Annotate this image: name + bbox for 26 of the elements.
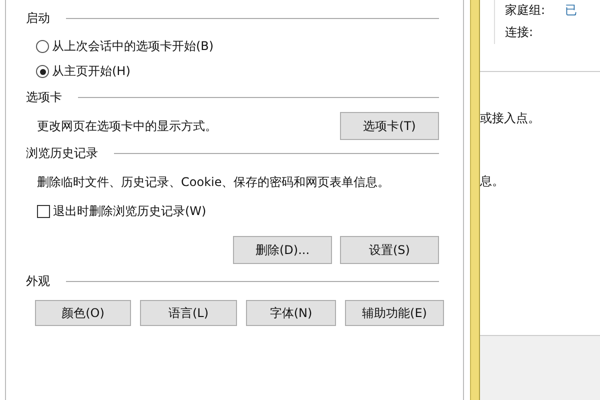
field-label: 连接: bbox=[505, 24, 534, 41]
window-text: 或接入点。 bbox=[480, 110, 541, 127]
appearance-button[interactable]: 颜色(O) bbox=[35, 300, 131, 326]
checkbox[interactable] bbox=[37, 205, 50, 218]
description-text: 删除临时文件、历史记录、Cookie、保存的密码和网页表单信息。 bbox=[36, 174, 391, 191]
appearance-button[interactable]: 语言(L) bbox=[140, 300, 237, 326]
section-title: 启动 bbox=[26, 10, 50, 26]
radio-label: 从主页开始(H) bbox=[52, 63, 130, 80]
radio-label: 从上次会话中的选项卡开始(B) bbox=[52, 38, 214, 55]
window-text: 息。 bbox=[480, 173, 505, 190]
appearance-button[interactable]: 辅助功能(E) bbox=[345, 300, 444, 326]
field-label: 家庭组: bbox=[505, 2, 546, 19]
history-button[interactable]: 设置(S) bbox=[340, 236, 439, 264]
section-title: 选项卡 bbox=[26, 88, 62, 106]
radio-option[interactable]: 从主页开始(H) bbox=[36, 63, 463, 80]
radio-option[interactable]: 从上次会话中的选项卡开始(B) bbox=[36, 38, 463, 55]
section-title: 浏览历史记录 bbox=[26, 144, 98, 162]
tabs-button[interactable]: 选项卡(T) bbox=[340, 112, 439, 140]
checkbox-label: 退出时删除浏览历史记录(W) bbox=[53, 203, 206, 220]
radio-button[interactable] bbox=[36, 65, 49, 78]
section-title: 外观 bbox=[26, 272, 50, 290]
radio-button[interactable] bbox=[36, 40, 49, 53]
history-button[interactable]: 删除(D)... bbox=[233, 236, 332, 264]
appearance-button[interactable]: 字体(N) bbox=[246, 300, 336, 326]
description-text: 更改网页在选项卡中的显示方式。 bbox=[37, 118, 217, 134]
field-value: 已 bbox=[565, 2, 578, 19]
